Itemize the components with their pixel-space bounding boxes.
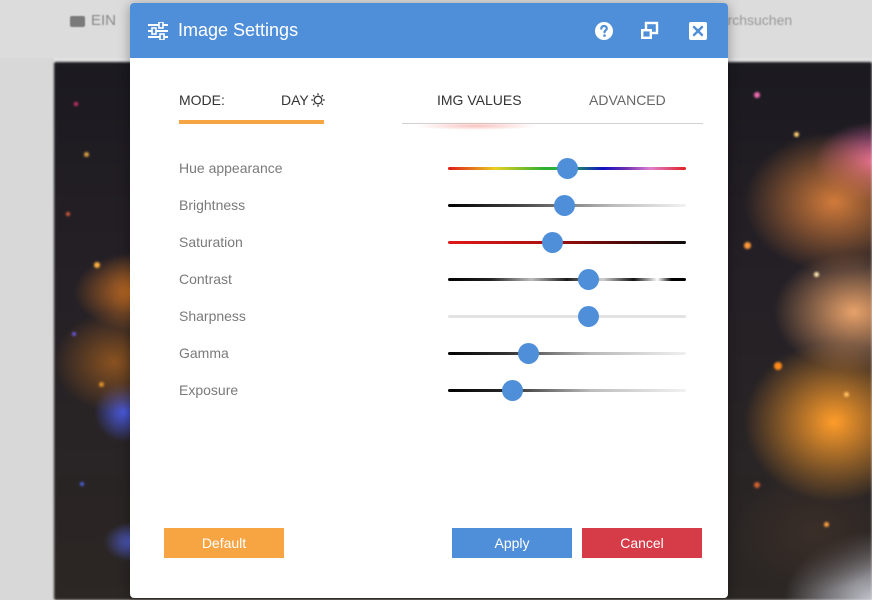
saturation-slider-track[interactable] (448, 241, 686, 244)
camera-icon (70, 15, 85, 27)
exposure-slider-thumb[interactable] (501, 380, 523, 401)
brightness-label: Brightness (179, 197, 246, 213)
saturation-slider-thumb[interactable] (542, 232, 564, 253)
exposure-slider-row: Exposure (179, 376, 689, 406)
mode-value: DAY (281, 92, 309, 108)
contrast-slider-row: Contrast (179, 265, 689, 295)
saturation-slider-row: Saturation (179, 228, 689, 258)
exposure-label: Exposure (179, 382, 239, 398)
hue-label: Hue appearance (179, 160, 283, 176)
restore-window-icon[interactable] (639, 21, 659, 41)
dialog-header: Image Settings (130, 3, 728, 58)
hue-slider-row: Hue appearance (179, 154, 689, 184)
mode-day-toggle[interactable]: DAY (281, 92, 325, 108)
background-sidebar (0, 58, 54, 600)
contrast-slider-track[interactable] (448, 278, 686, 281)
contrast-label: Contrast (179, 271, 232, 287)
sharpness-slider-thumb[interactable] (577, 306, 599, 327)
tab-img-values[interactable]: IMG VALUES (437, 92, 522, 108)
gamma-label: Gamma (179, 345, 229, 361)
tab-advanced[interactable]: ADVANCED (589, 92, 666, 108)
mode-label: MODE: (179, 92, 225, 108)
brightness-slider-row: Brightness (179, 191, 689, 221)
gamma-slider-row: Gamma (179, 339, 689, 369)
contrast-slider-thumb[interactable] (577, 269, 599, 290)
background-toolbar-text: EIN (91, 12, 117, 29)
sharpness-slider-row: Sharpness (179, 302, 689, 332)
gamma-slider-track[interactable] (448, 352, 686, 355)
saturation-label: Saturation (179, 234, 243, 250)
gamma-slider-thumb[interactable] (518, 343, 540, 364)
default-button[interactable]: Default (164, 528, 284, 558)
help-icon[interactable] (594, 21, 614, 41)
sun-icon (310, 93, 325, 107)
background-camera-label: EIN (70, 12, 116, 29)
sharpness-label: Sharpness (179, 308, 246, 324)
image-settings-dialog: Image Settings MODE: DAY IMG VALUES ADVA… (130, 3, 728, 598)
sliders-icon (148, 22, 168, 40)
brightness-slider-thumb[interactable] (554, 195, 576, 216)
mode-underline (179, 120, 324, 124)
hue-slider-thumb[interactable] (556, 158, 578, 179)
sharpness-slider-track[interactable] (448, 315, 686, 318)
cancel-button[interactable]: Cancel (582, 528, 702, 558)
apply-button[interactable]: Apply (452, 528, 572, 558)
dialog-title: Image Settings (178, 20, 299, 40)
active-tab-indicator (415, 122, 537, 130)
close-icon[interactable] (688, 21, 708, 41)
exposure-slider-track[interactable] (448, 389, 686, 392)
